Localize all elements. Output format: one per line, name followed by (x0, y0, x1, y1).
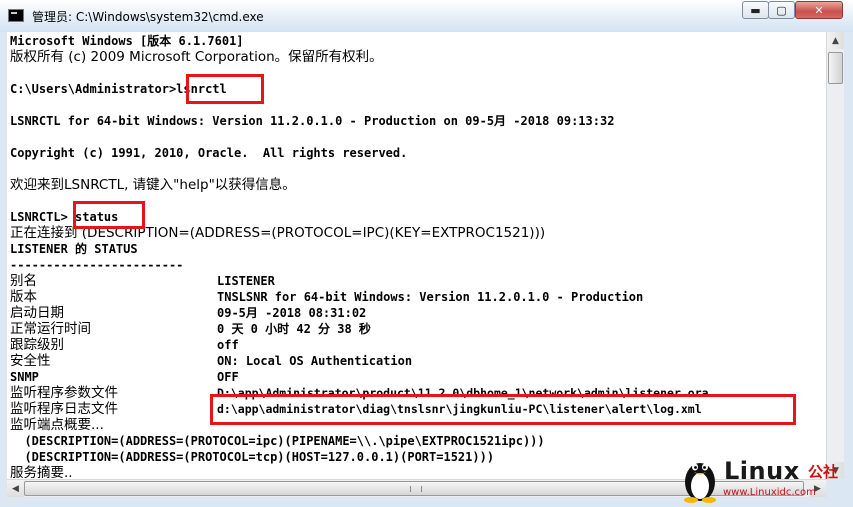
scroll-left-icon[interactable]: ◀ (7, 480, 24, 497)
watermark-logo: Linux (724, 457, 800, 485)
status-key: 安全性 (10, 353, 51, 369)
status-value: 09-5月 -2018 08:31:02 (217, 306, 367, 320)
console-line: Microsoft Windows [版本 6.1.7601] (10, 34, 244, 48)
status-value: ON: Local OS Authentication (217, 354, 413, 368)
console-line: 监听端点概要... (10, 417, 104, 433)
status-value: TNSLSNR for 64-bit Windows: Version 11.2… (217, 290, 644, 304)
close-button[interactable]: ✕ (795, 1, 843, 19)
scroll-up-icon[interactable]: ▲ (827, 32, 844, 49)
console-line: 欢迎来到LSNRCTL, 请键入"help"以获得信息。 (10, 177, 296, 193)
status-key: 正常运行时间 (10, 321, 91, 337)
status-key: 别名 (10, 273, 37, 289)
highlight-status (73, 201, 145, 229)
console-line: Copyright (c) 1991, 2010, Oracle. All ri… (10, 146, 408, 160)
maximize-button[interactable]: ▢ (768, 1, 795, 19)
console-line: ------------------------ (10, 258, 184, 272)
console-line: 版权所有 (c) 2009 Microsoft Corporation。保留所有… (10, 49, 383, 65)
console-line: LISTENER 的 STATUS (10, 242, 138, 256)
cmd-window: 管理员: C:\Windows\system32\cmd.exe ▬ ▢ ✕ M… (0, 0, 853, 507)
status-key: 版本 (10, 289, 37, 305)
highlight-lsnrctl (186, 74, 264, 104)
status-key: 监听程序参数文件 (10, 385, 118, 401)
tux-penguin-icon (684, 463, 716, 503)
status-value: OFF (217, 370, 239, 384)
console-line: (DESCRIPTION=(ADDRESS=(PROTOCOL=ipc)(PIP… (10, 434, 545, 448)
console-line: LSNRCTL for 64-bit Windows: Version 11.2… (10, 114, 615, 128)
status-key: 启动日期 (10, 305, 64, 321)
watermark: Linux 公社 www.Linuxidc.com (680, 455, 850, 505)
status-key: 跟踪级别 (10, 337, 64, 353)
highlight-log-path (210, 394, 796, 425)
console-line: (DESCRIPTION=(ADDRESS=(PROTOCOL=tcp)(HOS… (10, 450, 495, 464)
status-value: LISTENER (217, 274, 275, 288)
status-key: 监听程序日志文件 (10, 401, 118, 417)
cmd-icon[interactable] (8, 9, 24, 22)
vertical-scroll-thumb[interactable] (828, 52, 843, 84)
grip-icon (410, 486, 422, 492)
title-bar[interactable]: 管理员: C:\Windows\system32\cmd.exe ▬ ▢ ✕ (0, 0, 853, 32)
window-title: 管理员: C:\Windows\system32\cmd.exe (32, 10, 264, 24)
status-value: off (217, 338, 239, 352)
vertical-scrollbar[interactable]: ▲ ▼ (826, 32, 844, 479)
status-value: 0 天 0 小时 42 分 38 秒 (217, 322, 371, 336)
watermark-suffix: 公社 (808, 463, 839, 481)
watermark-url: www.Linuxidc.com (723, 487, 816, 498)
status-key: SNMP (10, 370, 39, 384)
minimize-button[interactable]: ▬ (742, 1, 769, 19)
console-line: 服务摘要.. (10, 465, 73, 479)
